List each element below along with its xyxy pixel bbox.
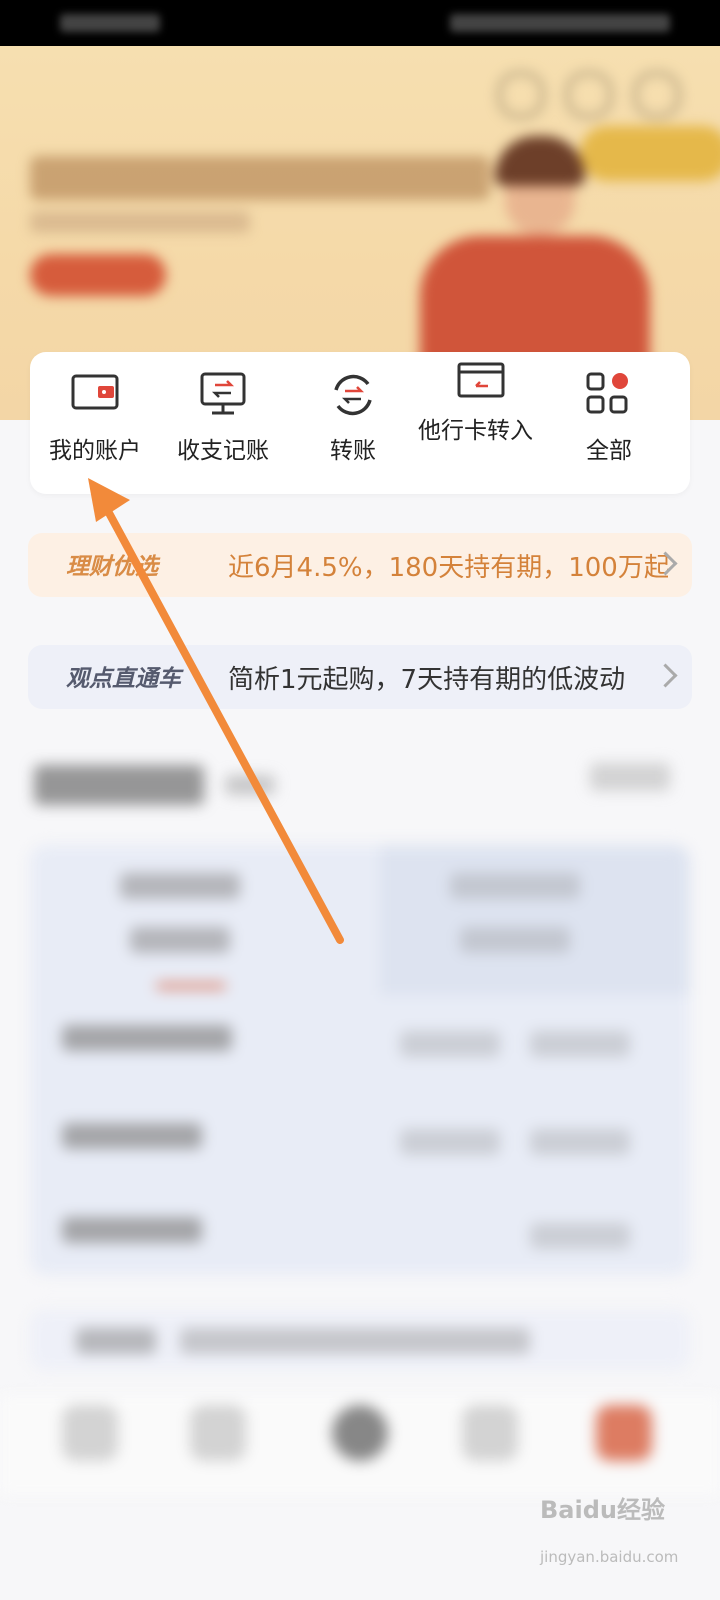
baidu-watermark-url: jingyan.baidu.com xyxy=(540,1548,679,1566)
annotation-arrow xyxy=(88,478,344,944)
baidu-watermark: Baidu经验 xyxy=(540,1496,665,1524)
